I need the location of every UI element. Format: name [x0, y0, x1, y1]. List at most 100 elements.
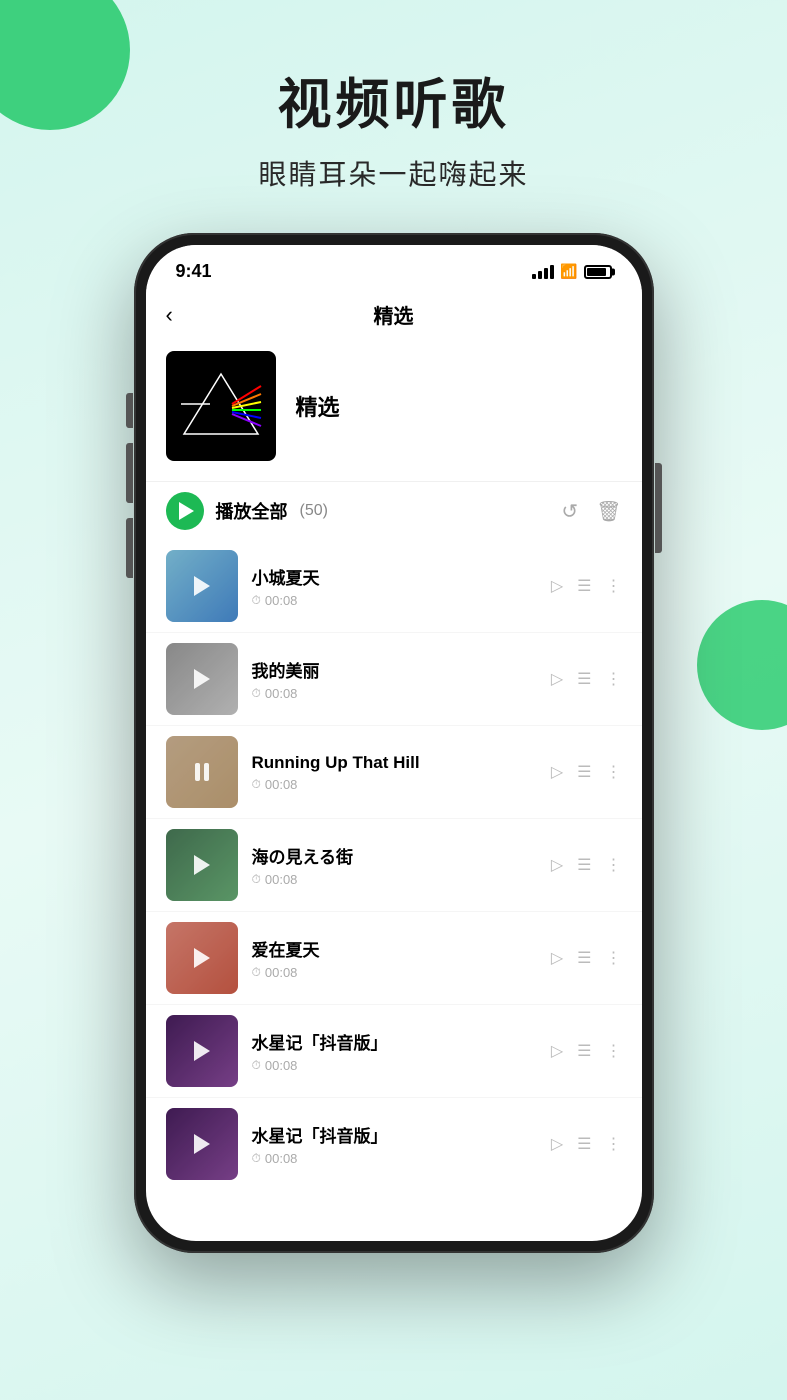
- play-overlay: [166, 643, 238, 715]
- clock-icon: ⏱: [252, 1058, 261, 1073]
- menu-icon[interactable]: ☰: [577, 669, 591, 689]
- battery-fill: [587, 268, 606, 276]
- song-item[interactable]: 水星记「抖音版」 ⏱ 00:08 ▷ ☰ ⋮: [146, 1005, 642, 1098]
- repeat-icon[interactable]: ↺: [561, 499, 578, 524]
- signal-bar-3: [544, 268, 548, 279]
- song-duration: ⏱ 00:08: [252, 593, 551, 608]
- song-duration: ⏱ 00:08: [252, 1151, 551, 1166]
- back-button[interactable]: ‹: [166, 302, 173, 328]
- video-play-icon[interactable]: ▷: [551, 669, 563, 689]
- song-actions: ▷ ☰ ⋮: [551, 948, 622, 968]
- song-thumbnail: [166, 736, 238, 808]
- play-overlay: [166, 1108, 238, 1180]
- song-item[interactable]: 小城夏天 ⏱ 00:08 ▷ ☰ ⋮: [146, 540, 642, 633]
- pause-bar-1: [195, 763, 200, 781]
- play-overlay: [166, 1015, 238, 1087]
- menu-icon[interactable]: ☰: [577, 576, 591, 596]
- more-icon[interactable]: ⋮: [606, 1041, 622, 1061]
- song-title: 小城夏天: [252, 564, 551, 589]
- more-icon[interactable]: ⋮: [606, 948, 622, 968]
- play-overlay: [166, 736, 238, 808]
- signal-bar-4: [550, 265, 554, 279]
- playlist-header: 精选: [146, 341, 642, 481]
- play-icon: [179, 502, 194, 520]
- volume-mute-button: [126, 393, 133, 428]
- play-all-button[interactable]: [166, 492, 204, 530]
- more-icon[interactable]: ⋮: [606, 576, 622, 596]
- song-thumbnail: [166, 1015, 238, 1087]
- play-overlay: [166, 550, 238, 622]
- hero-subtitle: 眼睛耳朵一起嗨起来: [0, 153, 787, 193]
- more-icon[interactable]: ⋮: [606, 855, 622, 875]
- prism-container: [166, 351, 276, 461]
- delete-icon[interactable]: 🗑: [596, 499, 621, 524]
- pause-bar-2: [204, 763, 209, 781]
- video-play-icon[interactable]: ▷: [551, 1134, 563, 1154]
- video-play-icon[interactable]: ▷: [551, 855, 563, 875]
- clock-icon: ⏱: [252, 777, 261, 792]
- clock-icon: ⏱: [252, 1151, 261, 1166]
- play-overlay-icon: [194, 576, 210, 596]
- song-actions: ▷ ☰ ⋮: [551, 576, 622, 596]
- play-overlay-icon: [194, 1041, 210, 1061]
- song-thumbnail: [166, 1108, 238, 1180]
- song-title: 我的美丽: [252, 657, 551, 682]
- volume-down-button: [126, 518, 133, 578]
- song-info: 我的美丽 ⏱ 00:08: [252, 657, 551, 701]
- menu-icon[interactable]: ☰: [577, 855, 591, 875]
- song-duration: ⏱ 00:08: [252, 1058, 551, 1073]
- menu-icon[interactable]: ☰: [577, 948, 591, 968]
- song-thumbnail: [166, 829, 238, 901]
- menu-icon[interactable]: ☰: [577, 1041, 591, 1061]
- song-item[interactable]: Running Up That Hill ⏱ 00:08 ▷ ☰ ⋮: [146, 726, 642, 819]
- video-play-icon[interactable]: ▷: [551, 1041, 563, 1061]
- song-thumbnail: [166, 643, 238, 715]
- duration-value: 00:08: [265, 1151, 298, 1166]
- song-item[interactable]: 水星记「抖音版」 ⏱ 00:08 ▷ ☰ ⋮: [146, 1098, 642, 1190]
- song-duration: ⏱ 00:08: [252, 686, 551, 701]
- video-play-icon[interactable]: ▷: [551, 948, 563, 968]
- duration-value: 00:08: [265, 965, 298, 980]
- duration-value: 00:08: [265, 686, 298, 701]
- song-actions: ▷ ☰ ⋮: [551, 1041, 622, 1061]
- nav-bar: ‹ 精选: [146, 290, 642, 341]
- play-overlay-icon: [194, 1134, 210, 1154]
- duration-value: 00:08: [265, 777, 298, 792]
- battery-icon: [584, 265, 612, 279]
- menu-icon[interactable]: ☰: [577, 762, 591, 782]
- duration-value: 00:08: [265, 593, 298, 608]
- phone-frame: 9:41 📶 ‹ 精选: [134, 233, 654, 1253]
- play-overlay: [166, 829, 238, 901]
- duration-value: 00:08: [265, 872, 298, 887]
- play-all-left: 播放全部 (50): [166, 492, 328, 530]
- more-icon[interactable]: ⋮: [606, 669, 622, 689]
- play-overlay: [166, 922, 238, 994]
- song-actions: ▷ ☰ ⋮: [551, 669, 622, 689]
- phone-wrapper: 9:41 📶 ‹ 精选: [0, 233, 787, 1253]
- play-overlay-icon: [194, 855, 210, 875]
- prism-svg: [176, 366, 266, 446]
- pause-overlay-icon: [195, 763, 209, 781]
- menu-icon[interactable]: ☰: [577, 1134, 591, 1154]
- song-title: 水星记「抖音版」: [252, 1029, 551, 1054]
- song-title: 水星记「抖音版」: [252, 1122, 551, 1147]
- song-item[interactable]: 爱在夏天 ⏱ 00:08 ▷ ☰ ⋮: [146, 912, 642, 1005]
- wifi-icon: 📶: [560, 263, 577, 280]
- play-all-count: (50): [300, 502, 328, 520]
- play-all-label: 播放全部: [216, 498, 288, 524]
- song-item[interactable]: 我的美丽 ⏱ 00:08 ▷ ☰ ⋮: [146, 633, 642, 726]
- play-overlay-icon: [194, 948, 210, 968]
- song-info: 小城夏天 ⏱ 00:08: [252, 564, 551, 608]
- duration-value: 00:08: [265, 1058, 298, 1073]
- song-title: 爱在夏天: [252, 936, 551, 961]
- song-info: 水星记「抖音版」 ⏱ 00:08: [252, 1029, 551, 1073]
- status-bar: 9:41 📶: [146, 245, 642, 290]
- signal-icon: [532, 265, 554, 279]
- album-art: [166, 351, 276, 461]
- song-item[interactable]: 海の見える街 ⏱ 00:08 ▷ ☰ ⋮: [146, 819, 642, 912]
- more-icon[interactable]: ⋮: [606, 1134, 622, 1154]
- video-play-icon[interactable]: ▷: [551, 762, 563, 782]
- video-play-icon[interactable]: ▷: [551, 576, 563, 596]
- more-icon[interactable]: ⋮: [606, 762, 622, 782]
- song-info: Running Up That Hill ⏱ 00:08: [252, 753, 551, 792]
